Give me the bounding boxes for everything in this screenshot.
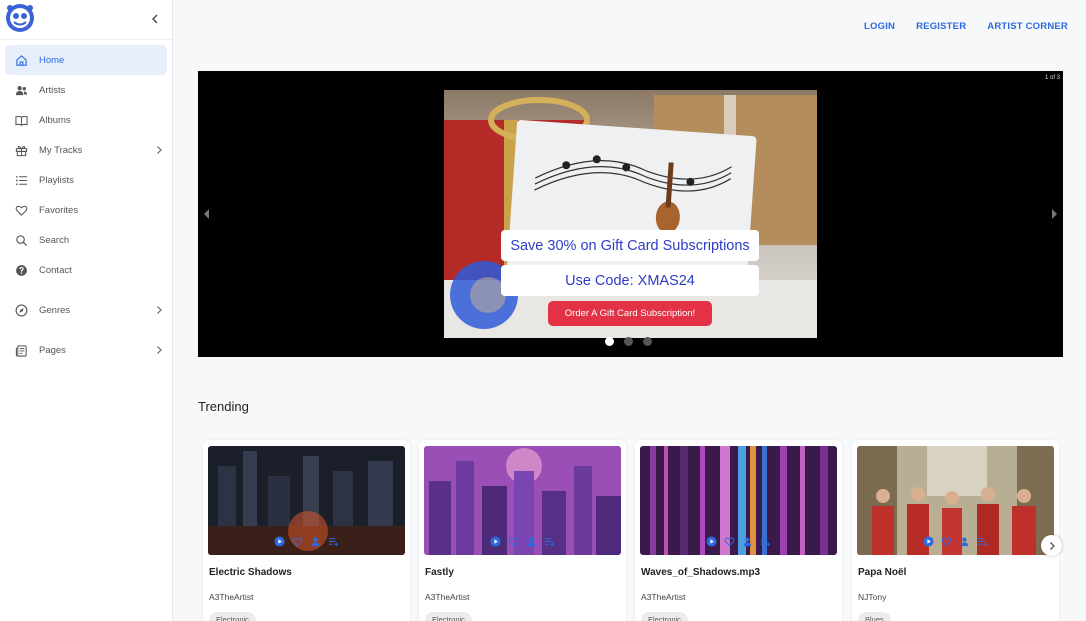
promo-carousel: 1 of 3 Save 30% on Gift Card Subscriptio… <box>198 71 1063 357</box>
track-artist[interactable]: A3TheArtist <box>641 592 685 602</box>
search-icon <box>16 234 28 246</box>
login-link[interactable]: LOGIN <box>864 21 895 32</box>
play-icon[interactable] <box>274 536 285 547</box>
chevron-right-icon <box>157 346 162 354</box>
genre-badge: Electronic <box>641 612 688 621</box>
track-artwork <box>640 446 837 555</box>
track-title[interactable]: Waves_of_Shadows.mp3 <box>641 567 760 578</box>
add-to-playlist-icon[interactable] <box>544 536 555 547</box>
artist-corner-link[interactable]: ARTIST CORNER <box>987 21 1068 32</box>
sidebar-item-contact[interactable]: Contact <box>5 255 167 285</box>
heart-icon[interactable] <box>941 536 952 547</box>
order-gift-card-button[interactable]: Order A Gift Card Subscription! <box>548 301 712 326</box>
pages-icon <box>15 344 27 357</box>
play-icon[interactable] <box>923 536 934 547</box>
track-title[interactable]: Papa Noël <box>858 567 906 578</box>
play-icon[interactable] <box>706 536 717 547</box>
artists-icon <box>15 85 28 95</box>
play-icon[interactable] <box>490 536 501 547</box>
promo-code: Use Code: XMAS24 <box>501 265 759 296</box>
trending-title: Trending <box>198 399 249 414</box>
carousel-dots <box>605 337 652 346</box>
sidebar: Home Artists Albums My Tracks Playlists … <box>0 0 173 621</box>
sidebar-item-label: Search <box>39 234 70 246</box>
chevron-right-icon <box>157 146 162 154</box>
sidebar-item-label: Contact <box>39 264 72 276</box>
add-to-playlist-icon[interactable] <box>328 536 339 547</box>
sidebar-item-playlists[interactable]: Playlists <box>5 165 167 195</box>
slide-counter: 1 of 3 <box>1044 75 1060 81</box>
genre-badge: Electronic <box>425 612 472 621</box>
heart-icon[interactable] <box>724 536 735 547</box>
sidebar-nav: Home Artists Albums My Tracks Playlists … <box>0 40 172 365</box>
card-controls <box>857 536 1054 547</box>
sidebar-item-albums[interactable]: Albums <box>5 105 167 135</box>
track-artist[interactable]: NJTony <box>858 592 886 602</box>
sidebar-item-label: Genres <box>39 304 71 316</box>
track-card[interactable]: Waves_of_Shadows.mp3 A3TheArtist Electro… <box>635 440 842 621</box>
sidebar-item-label: Playlists <box>39 174 74 186</box>
list-icon <box>16 175 28 185</box>
home-icon <box>16 54 27 66</box>
sidebar-item-label: Home <box>39 54 65 66</box>
sidebar-item-search[interactable]: Search <box>5 225 167 255</box>
albums-icon <box>15 115 28 126</box>
sidebar-item-label: Favorites <box>39 204 79 216</box>
card-controls <box>424 536 621 547</box>
promo-slide-image: Save 30% on Gift Card Subscriptions Use … <box>444 90 817 338</box>
sidebar-item-home[interactable]: Home <box>5 45 167 75</box>
sidebar-header <box>0 0 172 40</box>
sidebar-item-pages[interactable]: Pages <box>5 335 167 365</box>
gift-icon <box>15 145 28 156</box>
user-icon[interactable] <box>526 536 537 547</box>
chevron-right-icon <box>157 306 162 314</box>
collapse-sidebar-icon[interactable] <box>148 12 162 26</box>
track-artwork <box>424 446 621 555</box>
sidebar-item-label: Pages <box>39 344 66 356</box>
track-card[interactable]: Fastly A3TheArtist Electronic <box>419 440 626 621</box>
card-controls <box>208 536 405 547</box>
genre-badge: Blues <box>858 612 891 621</box>
logo[interactable] <box>4 2 36 34</box>
track-artist[interactable]: A3TheArtist <box>209 592 253 602</box>
sidebar-item-my-tracks[interactable]: My Tracks <box>5 135 167 165</box>
carousel-prev-arrow[interactable] <box>203 208 211 220</box>
user-icon[interactable] <box>959 536 970 547</box>
add-to-playlist-icon[interactable] <box>760 536 771 547</box>
top-nav: LOGIN REGISTER ARTIST CORNER <box>864 21 1068 32</box>
trending-next-button[interactable] <box>1041 535 1062 556</box>
genre-badge: Electronic <box>209 612 256 621</box>
track-card[interactable]: Electric Shadows A3TheArtist Electronic <box>203 440 410 621</box>
track-artwork <box>857 446 1054 555</box>
track-artist[interactable]: A3TheArtist <box>425 592 469 602</box>
carousel-dot-1[interactable] <box>605 337 614 346</box>
card-controls <box>640 536 837 547</box>
help-icon <box>16 264 27 276</box>
sidebar-item-genres[interactable]: Genres <box>5 295 167 325</box>
heart-icon[interactable] <box>292 536 303 547</box>
add-to-playlist-icon[interactable] <box>977 536 988 547</box>
compass-icon <box>15 304 28 316</box>
heart-icon <box>15 205 28 216</box>
carousel-dot-3[interactable] <box>643 337 652 346</box>
carousel-dot-2[interactable] <box>624 337 633 346</box>
user-icon[interactable] <box>310 536 321 547</box>
sidebar-item-label: Artists <box>39 84 66 96</box>
sidebar-item-artists[interactable]: Artists <box>5 75 167 105</box>
track-title[interactable]: Electric Shadows <box>209 567 292 578</box>
heart-icon[interactable] <box>508 536 519 547</box>
track-card[interactable]: Papa Noël NJTony Blues <box>852 440 1059 621</box>
register-link[interactable]: REGISTER <box>916 21 966 32</box>
user-icon[interactable] <box>742 536 753 547</box>
track-title[interactable]: Fastly <box>425 567 454 578</box>
sidebar-item-label: Albums <box>39 114 71 126</box>
track-artwork <box>208 446 405 555</box>
sidebar-item-label: My Tracks <box>39 144 83 156</box>
chevron-right-icon <box>1049 541 1055 550</box>
sidebar-item-favorites[interactable]: Favorites <box>5 195 167 225</box>
promo-headline: Save 30% on Gift Card Subscriptions <box>501 230 759 261</box>
carousel-next-arrow[interactable] <box>1050 208 1058 220</box>
